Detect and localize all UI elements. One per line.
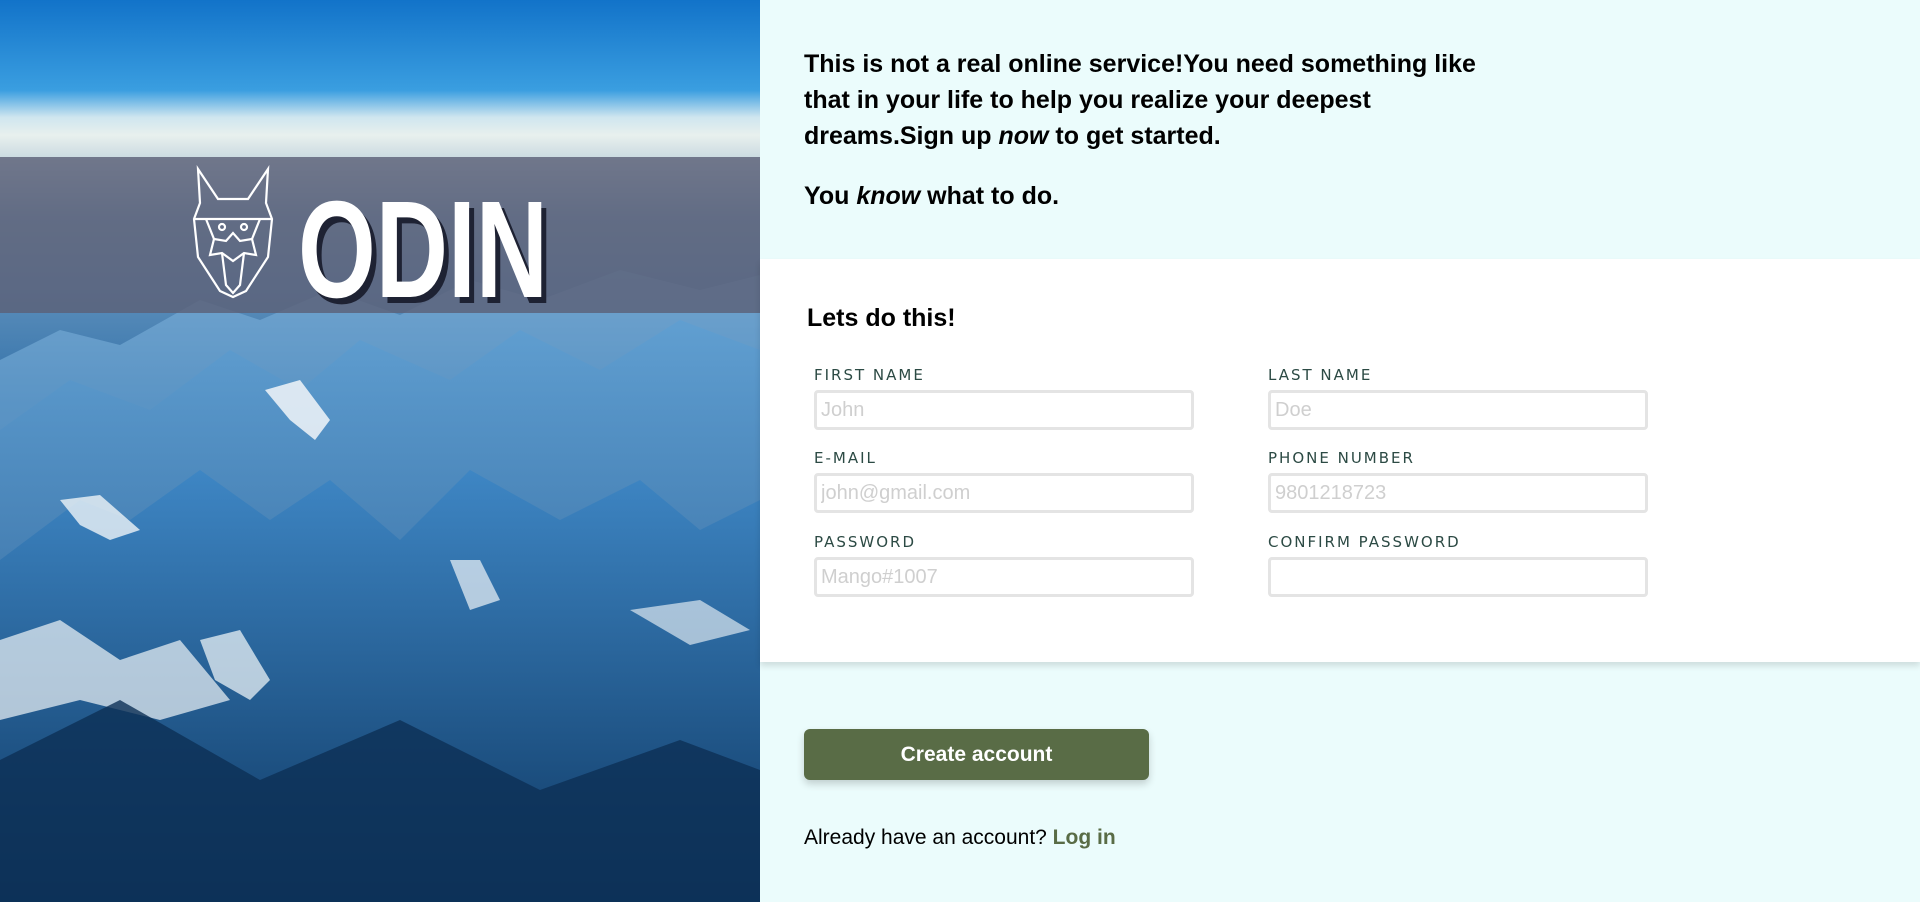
confirm-password-label: CONFIRM PASSWORD xyxy=(1268,533,1461,551)
first-name-field: FIRST NAME xyxy=(814,366,1194,430)
logo-wordmark-front: ODIN xyxy=(298,173,548,313)
intro-text: This is not a real online service!You ne… xyxy=(804,46,1524,214)
signup-panel: This is not a real online service!You ne… xyxy=(760,0,1920,902)
last-name-field: LAST NAME xyxy=(1268,366,1648,430)
password-field: PASSWORD xyxy=(814,533,1194,597)
password-label: PASSWORD xyxy=(814,533,917,551)
email-input[interactable] xyxy=(814,473,1194,513)
first-name-input[interactable] xyxy=(814,390,1194,430)
form-title: Lets do this! xyxy=(807,304,956,332)
phone-field: PHONE NUMBER xyxy=(1268,449,1648,513)
confirm-password-field: CONFIRM PASSWORD xyxy=(1268,533,1648,597)
intro-paragraph: This is not a real online service!You ne… xyxy=(804,50,1476,150)
first-name-label: FIRST NAME xyxy=(814,366,925,384)
logo-banner: ODIN ODIN xyxy=(0,157,760,313)
logo-svg: ODIN ODIN xyxy=(192,165,553,313)
phone-input[interactable] xyxy=(1268,473,1648,513)
password-input[interactable] xyxy=(814,557,1194,597)
email-field: E-MAIL xyxy=(814,449,1194,513)
create-account-button[interactable]: Create account xyxy=(804,729,1149,780)
confirm-password-input[interactable] xyxy=(1268,557,1648,597)
mountain-landscape xyxy=(0,270,760,902)
login-prompt: Already have an account? Log in xyxy=(804,826,1116,850)
intro-tagline: You know what to do. xyxy=(804,182,1060,210)
login-prompt-text: Already have an account? xyxy=(804,826,1053,849)
login-link[interactable]: Log in xyxy=(1053,826,1116,849)
signup-form: Lets do this! FIRST NAME LAST NAME E-MAI… xyxy=(760,259,1920,662)
viking-helmet-icon xyxy=(192,165,274,299)
last-name-input[interactable] xyxy=(1268,390,1648,430)
phone-label: PHONE NUMBER xyxy=(1268,449,1415,467)
email-label: E-MAIL xyxy=(814,449,877,467)
hero-image: ODIN ODIN xyxy=(0,0,760,902)
last-name-label: LAST NAME xyxy=(1268,366,1373,384)
